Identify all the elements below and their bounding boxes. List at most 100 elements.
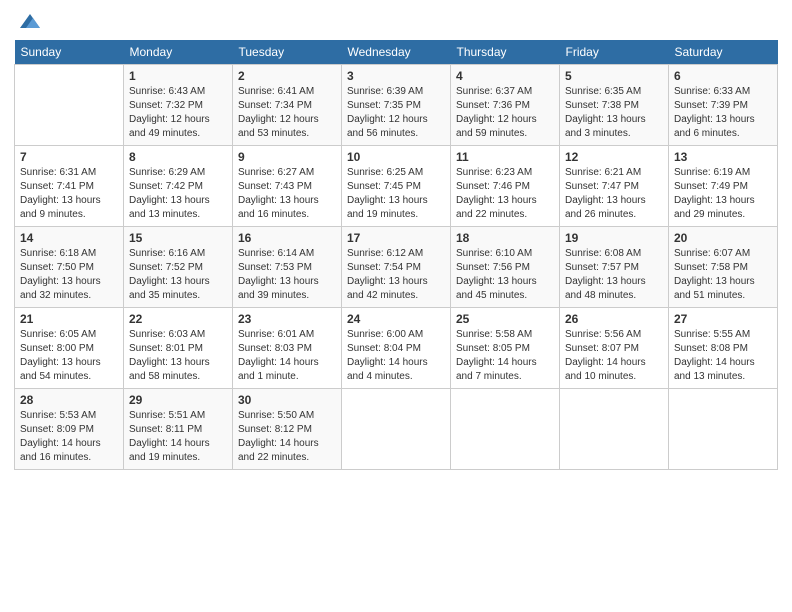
calendar-cell: 6Sunrise: 6:33 AMSunset: 7:39 PMDaylight… (669, 65, 778, 146)
day-info: Sunrise: 6:41 AMSunset: 7:34 PMDaylight:… (238, 85, 336, 141)
calendar-cell: 26 Sunrise: 5:56 AMSunset: 8:07 PMDayligh… (560, 308, 669, 389)
calendar-cell: 4 Sunrise: 6:37 AMSunset: 7:36 PMDaylight… (451, 65, 560, 146)
weekday-header-row: SundayMondayTuesdayWednesdayThursdayFrid… (15, 40, 778, 65)
day-number: 28 (20, 393, 118, 407)
day-number: 14 (20, 231, 118, 245)
day-number: 29 (129, 393, 227, 407)
calendar-cell: 10 Sunrise: 6:25 AMSunset: 7:45 PMDayligh… (342, 146, 451, 227)
logo-icon (16, 10, 44, 32)
day-number: 26 (565, 312, 663, 326)
day-number: 5 (565, 69, 663, 83)
logo-text (14, 10, 44, 32)
day-number: 24 (347, 312, 445, 326)
page-header (14, 10, 778, 30)
calendar-cell: 11 Sunrise: 6:23 AMSunset: 7:46 PMDayligh… (451, 146, 560, 227)
day-info: Sunrise: 6:37 AMSunset: 7:36 PMDaylight:… (456, 85, 554, 141)
calendar-cell: 16Sunrise: 6:14 AMSunset: 7:53 PMDayligh… (233, 227, 342, 308)
calendar-cell: 3 Sunrise: 6:39 AMSunset: 7:35 PMDaylight… (342, 65, 451, 146)
day-info: Sunrise: 6:23 AMSunset: 7:46 PMDaylight:… (456, 166, 554, 222)
day-number: 27 (674, 312, 772, 326)
calendar-week-4: 21 Sunrise: 6:05 AMSunset: 8:00 PMDayligh… (15, 308, 778, 389)
day-info: Sunrise: 6:43 AMSunset: 7:32 PMDaylight:… (129, 85, 227, 141)
day-number: 16 (238, 231, 336, 245)
day-number: 21 (20, 312, 118, 326)
day-info: Sunrise: 6:25 AMSunset: 7:45 PMDaylight:… (347, 166, 445, 222)
day-number: 2 (238, 69, 336, 83)
calendar-cell (560, 389, 669, 470)
day-info: Sunrise: 6:00 AMSunset: 8:04 PMDaylight:… (347, 328, 445, 384)
calendar-cell (669, 389, 778, 470)
calendar-cell: 7Sunrise: 6:31 AMSunset: 7:41 PMDaylight… (15, 146, 124, 227)
day-number: 13 (674, 150, 772, 164)
day-info: Sunrise: 6:08 AMSunset: 7:57 PMDaylight:… (565, 247, 663, 303)
day-number: 6 (674, 69, 772, 83)
day-info: Sunrise: 6:39 AMSunset: 7:35 PMDaylight:… (347, 85, 445, 141)
calendar-cell: 8 Sunrise: 6:29 AMSunset: 7:42 PMDaylight… (124, 146, 233, 227)
calendar-cell: 17 Sunrise: 6:12 AMSunset: 7:54 PMDayligh… (342, 227, 451, 308)
calendar-week-1: 1 Sunrise: 6:43 AMSunset: 7:32 PMDaylight… (15, 65, 778, 146)
day-number: 10 (347, 150, 445, 164)
day-info: Sunrise: 5:55 AMSunset: 8:08 PMDaylight:… (674, 328, 772, 384)
day-number: 11 (456, 150, 554, 164)
calendar-cell: 30 Sunrise: 5:50 AMSunset: 8:12 PMDayligh… (233, 389, 342, 470)
day-info: Sunrise: 5:56 AMSunset: 8:07 PMDaylight:… (565, 328, 663, 384)
calendar-week-5: 28 Sunrise: 5:53 AMSunset: 8:09 PMDayligh… (15, 389, 778, 470)
day-number: 8 (129, 150, 227, 164)
calendar-body: 1 Sunrise: 6:43 AMSunset: 7:32 PMDaylight… (15, 65, 778, 470)
day-info: Sunrise: 5:53 AMSunset: 8:09 PMDaylight:… (20, 409, 118, 465)
calendar-cell: 27 Sunrise: 5:55 AMSunset: 8:08 PMDayligh… (669, 308, 778, 389)
day-info: Sunrise: 6:07 AMSunset: 7:58 PMDaylight:… (674, 247, 772, 303)
day-info: Sunrise: 6:27 AMSunset: 7:43 PMDaylight:… (238, 166, 336, 222)
calendar-cell: 2 Sunrise: 6:41 AMSunset: 7:34 PMDaylight… (233, 65, 342, 146)
weekday-header-thursday: Thursday (451, 40, 560, 65)
day-number: 17 (347, 231, 445, 245)
calendar-cell: 19 Sunrise: 6:08 AMSunset: 7:57 PMDayligh… (560, 227, 669, 308)
weekday-header-sunday: Sunday (15, 40, 124, 65)
day-number: 20 (674, 231, 772, 245)
weekday-header-saturday: Saturday (669, 40, 778, 65)
calendar-week-2: 7Sunrise: 6:31 AMSunset: 7:41 PMDaylight… (15, 146, 778, 227)
calendar-cell (451, 389, 560, 470)
day-info: Sunrise: 6:18 AMSunset: 7:50 PMDaylight:… (20, 247, 118, 303)
calendar-cell: 15 Sunrise: 6:16 AMSunset: 7:52 PMDayligh… (124, 227, 233, 308)
day-number: 4 (456, 69, 554, 83)
day-number: 19 (565, 231, 663, 245)
day-number: 7 (20, 150, 118, 164)
day-info: Sunrise: 5:50 AMSunset: 8:12 PMDaylight:… (238, 409, 336, 465)
day-info: Sunrise: 6:16 AMSunset: 7:52 PMDaylight:… (129, 247, 227, 303)
calendar-cell (342, 389, 451, 470)
calendar-cell: 23 Sunrise: 6:01 AMSunset: 8:03 PMDayligh… (233, 308, 342, 389)
day-number: 18 (456, 231, 554, 245)
day-number: 12 (565, 150, 663, 164)
day-info: Sunrise: 6:35 AMSunset: 7:38 PMDaylight:… (565, 85, 663, 141)
calendar-cell: 21 Sunrise: 6:05 AMSunset: 8:00 PMDayligh… (15, 308, 124, 389)
calendar-cell: 22Sunrise: 6:03 AMSunset: 8:01 PMDayligh… (124, 308, 233, 389)
day-info: Sunrise: 6:12 AMSunset: 7:54 PMDaylight:… (347, 247, 445, 303)
weekday-header-monday: Monday (124, 40, 233, 65)
day-number: 23 (238, 312, 336, 326)
day-number: 1 (129, 69, 227, 83)
day-info: Sunrise: 5:51 AMSunset: 8:11 PMDaylight:… (129, 409, 227, 465)
day-info: Sunrise: 6:29 AMSunset: 7:42 PMDaylight:… (129, 166, 227, 222)
day-info: Sunrise: 6:01 AMSunset: 8:03 PMDaylight:… (238, 328, 336, 384)
day-info: Sunrise: 6:05 AMSunset: 8:00 PMDaylight:… (20, 328, 118, 384)
weekday-header-wednesday: Wednesday (342, 40, 451, 65)
calendar-cell: 29 Sunrise: 5:51 AMSunset: 8:11 PMDayligh… (124, 389, 233, 470)
calendar-cell: 5 Sunrise: 6:35 AMSunset: 7:38 PMDaylight… (560, 65, 669, 146)
calendar-table: SundayMondayTuesdayWednesdayThursdayFrid… (14, 40, 778, 470)
calendar-cell: 1 Sunrise: 6:43 AMSunset: 7:32 PMDaylight… (124, 65, 233, 146)
day-number: 30 (238, 393, 336, 407)
calendar-header: SundayMondayTuesdayWednesdayThursdayFrid… (15, 40, 778, 65)
calendar-cell: 9 Sunrise: 6:27 AMSunset: 7:43 PMDaylight… (233, 146, 342, 227)
calendar-cell: 14 Sunrise: 6:18 AMSunset: 7:50 PMDayligh… (15, 227, 124, 308)
weekday-header-tuesday: Tuesday (233, 40, 342, 65)
day-number: 25 (456, 312, 554, 326)
day-info: Sunrise: 6:03 AMSunset: 8:01 PMDaylight:… (129, 328, 227, 384)
calendar-cell: 18Sunrise: 6:10 AMSunset: 7:56 PMDayligh… (451, 227, 560, 308)
calendar-cell: 24 Sunrise: 6:00 AMSunset: 8:04 PMDayligh… (342, 308, 451, 389)
day-number: 3 (347, 69, 445, 83)
calendar-cell: 12Sunrise: 6:21 AMSunset: 7:47 PMDayligh… (560, 146, 669, 227)
page-container: SundayMondayTuesdayWednesdayThursdayFrid… (0, 0, 792, 480)
day-number: 9 (238, 150, 336, 164)
day-number: 15 (129, 231, 227, 245)
